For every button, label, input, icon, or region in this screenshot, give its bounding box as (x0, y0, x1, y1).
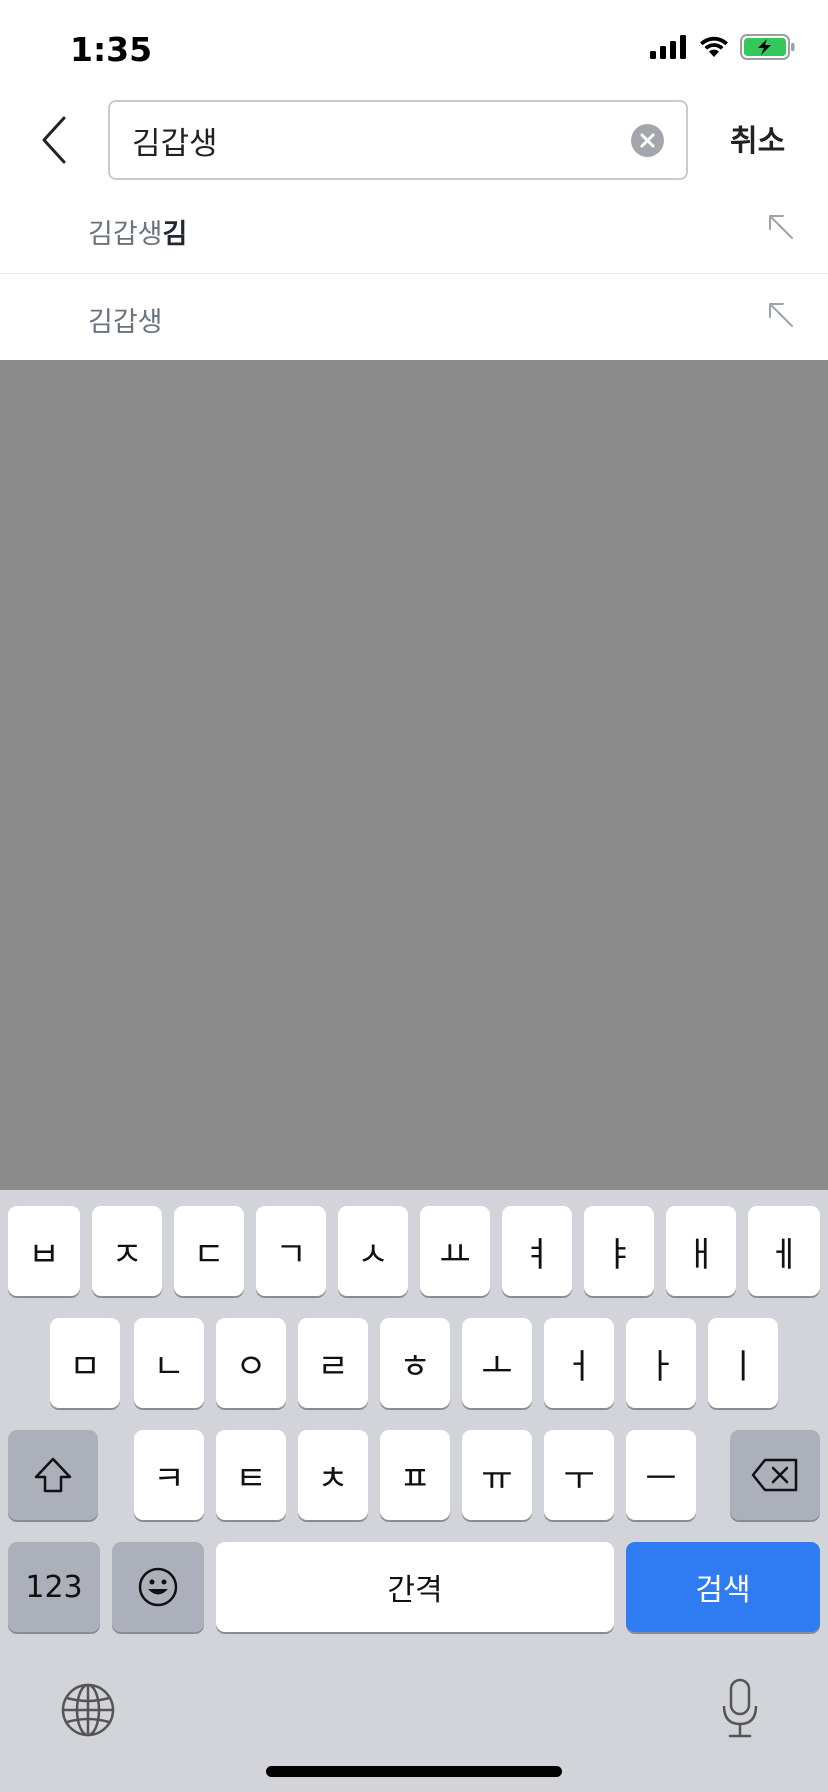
arrow-up-left-icon[interactable] (766, 212, 796, 242)
key[interactable]: ㅔ (748, 1206, 820, 1296)
clear-search-button[interactable] (631, 124, 664, 157)
key[interactable]: ㅇ (216, 1318, 286, 1408)
back-button[interactable] (36, 114, 76, 166)
suggestion-text: 김갑생 (88, 300, 163, 339)
key[interactable]: ㅌ (216, 1430, 286, 1520)
key[interactable]: ㄷ (174, 1206, 244, 1296)
search-box[interactable] (108, 100, 688, 180)
suggestion-item[interactable]: 김갑생김 (0, 186, 828, 274)
key[interactable]: ㄹ (298, 1318, 368, 1408)
key[interactable]: ㅈ (92, 1206, 162, 1296)
cancel-button[interactable]: 취소 (730, 116, 785, 160)
arrow-up-left-icon[interactable] (766, 300, 796, 330)
emoji-icon (138, 1567, 178, 1607)
shift-icon (34, 1457, 72, 1493)
suggestion-prefix: 김갑생 (88, 219, 163, 250)
wifi-icon (700, 36, 728, 57)
key[interactable]: ㅁ (50, 1318, 120, 1408)
key[interactable]: ㅜ (544, 1430, 614, 1520)
search-input[interactable] (132, 102, 612, 178)
status-icons (650, 34, 796, 60)
suggestion-text: 김갑생김 (88, 212, 187, 251)
backspace-icon (751, 1458, 798, 1492)
key[interactable]: ㅛ (420, 1206, 490, 1296)
key[interactable]: ㅎ (380, 1318, 450, 1408)
globe-icon[interactable] (60, 1682, 116, 1738)
key[interactable]: ㅣ (708, 1318, 778, 1408)
dim-overlay[interactable] (0, 360, 828, 1190)
clear-circle-icon (640, 133, 655, 148)
suggestion-prefix: 김갑생 (88, 307, 163, 338)
chevron-left-icon (42, 116, 66, 164)
key[interactable]: ㅅ (338, 1206, 408, 1296)
status-time: 1:35 (70, 30, 153, 69)
cellular-signal-icon (650, 35, 686, 59)
key[interactable]: ㄱ (256, 1206, 326, 1296)
suggestion-item[interactable]: 김갑생 (0, 274, 828, 362)
search-header: 취소 (0, 96, 828, 186)
keyboard: ㅂ ㅈ ㄷ ㄱ ㅅ ㅛ ㅕ ㅑ ㅐ ㅔ ㅁ ㄴ ㅇ ㄹ ㅎ ㅗ ㅓ ㅏ ㅣ ㅋ … (0, 1190, 828, 1792)
key[interactable]: ㅡ (626, 1430, 696, 1520)
numbers-key[interactable]: 123 (8, 1542, 100, 1632)
key[interactable]: ㅊ (298, 1430, 368, 1520)
emoji-key[interactable] (112, 1542, 204, 1632)
home-indicator (266, 1766, 562, 1777)
key[interactable]: ㄴ (134, 1318, 204, 1408)
backspace-key[interactable] (730, 1430, 820, 1520)
key[interactable]: ㅐ (666, 1206, 736, 1296)
suggestion-highlight: 김 (162, 219, 188, 250)
key[interactable]: ㅏ (626, 1318, 696, 1408)
key[interactable]: ㅂ (8, 1206, 80, 1296)
key[interactable]: ㅗ (462, 1318, 532, 1408)
status-bar: 1:35 (0, 0, 828, 96)
battery-charging-icon (740, 34, 795, 60)
key[interactable]: ㅋ (134, 1430, 204, 1520)
key[interactable]: ㅠ (462, 1430, 532, 1520)
suggestion-list: 김갑생김 김갑생 (0, 186, 828, 362)
key[interactable]: ㅑ (584, 1206, 654, 1296)
key[interactable]: ㅓ (544, 1318, 614, 1408)
microphone-icon[interactable] (720, 1678, 760, 1740)
search-key[interactable]: 검색 (626, 1542, 820, 1632)
space-key[interactable]: 간격 (216, 1542, 614, 1632)
key[interactable]: ㅕ (502, 1206, 572, 1296)
key[interactable]: ㅍ (380, 1430, 450, 1520)
shift-key[interactable] (8, 1430, 98, 1520)
